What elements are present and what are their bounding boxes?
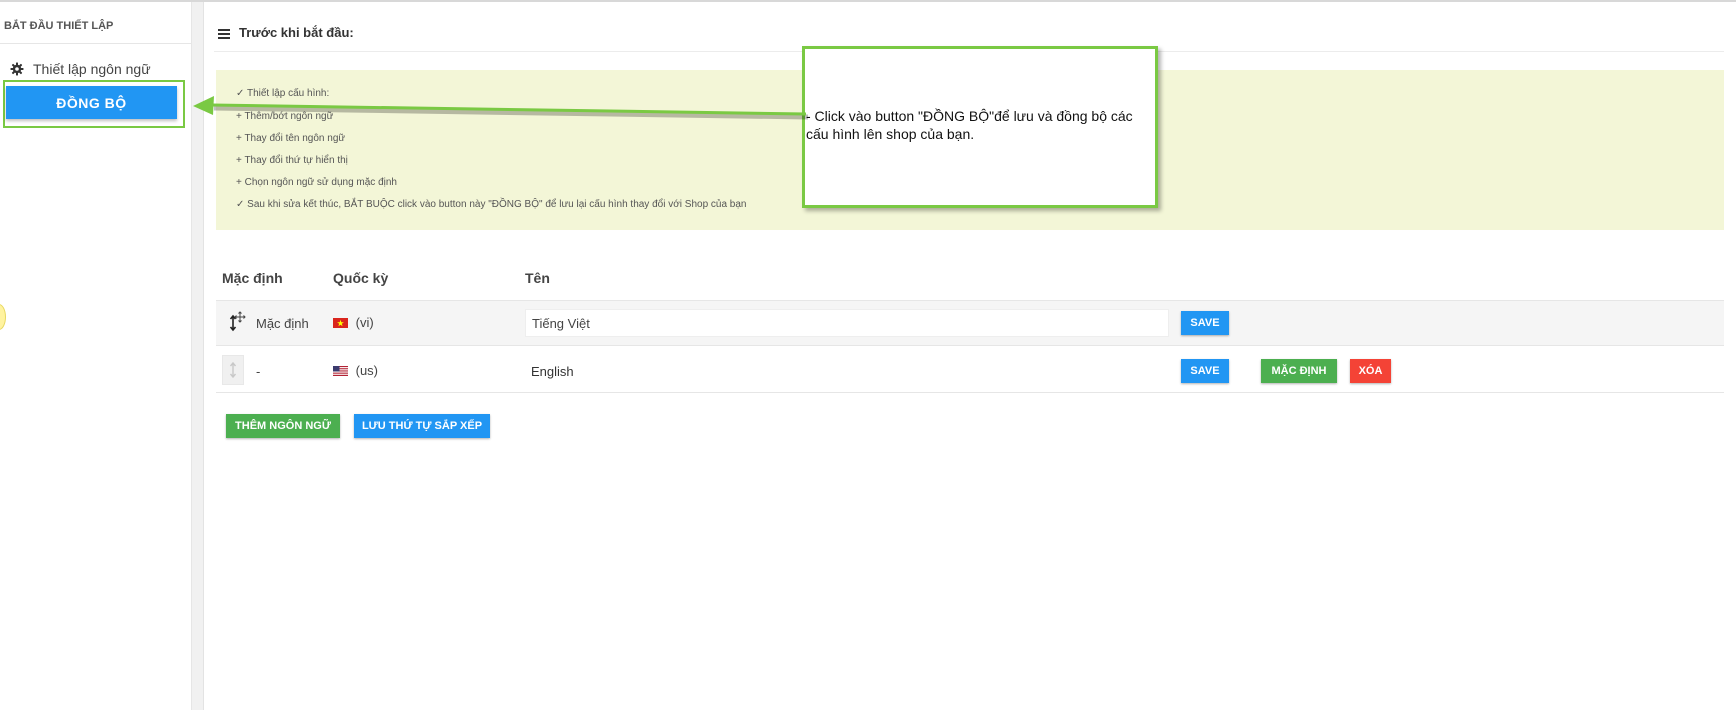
set-default-button[interactable]: MẶC ĐỊNH: [1261, 359, 1337, 383]
default-label: Mặc định: [256, 316, 309, 331]
column-header-flag: Quốc kỳ: [333, 270, 389, 286]
language-flag: (us): [333, 363, 378, 378]
language-code: (us): [355, 363, 379, 378]
language-flag: (vi): [333, 315, 374, 330]
delete-button[interactable]: XÓA: [1350, 359, 1391, 383]
add-language-button[interactable]: THÊM NGÔN NGỮ: [226, 414, 340, 438]
save-button[interactable]: SAVE: [1181, 359, 1229, 383]
page-title: Trước khi bắt đầu:: [218, 22, 354, 42]
language-name: English: [531, 364, 574, 379]
info-line: ✓ Thiết lập cấu hình:: [236, 88, 330, 99]
info-line: + Thay đổi tên ngôn ngữ: [236, 133, 346, 144]
sidebar-scrollbar[interactable]: [192, 2, 204, 710]
column-header-name: Tên: [525, 270, 550, 286]
top-border: [0, 0, 1736, 2]
drag-handle-icon[interactable]: [222, 355, 244, 385]
save-order-button[interactable]: LƯU THỨ TỰ SẮP XẾP: [354, 414, 490, 438]
column-header-default: Mặc định: [222, 270, 283, 286]
save-button[interactable]: SAVE: [1181, 311, 1229, 335]
sidebar-item-label: Thiết lập ngôn ngữ: [33, 61, 151, 77]
language-code: (vi): [355, 315, 374, 330]
info-line: + Thêm/bớt ngôn ngữ: [236, 111, 334, 122]
language-name-input[interactable]: [525, 309, 1169, 337]
default-label: -: [256, 364, 261, 379]
us-flag-icon: [333, 364, 348, 376]
info-line: ✓ Sau khi sửa kết thúc, BẮT BUỘC click v…: [236, 199, 747, 210]
page-title-text: Trước khi bắt đầu:: [239, 24, 354, 40]
menu-icon: [218, 27, 230, 39]
info-line: + Chọn ngôn ngữ sử dụng mặc định: [236, 177, 397, 188]
table-row: [216, 347, 1724, 393]
sidebar-item-language-settings[interactable]: Thiết lập ngôn ngữ: [10, 58, 151, 80]
sidebar-heading: BẮT ĐẦU THIẾT LẬP: [0, 20, 192, 44]
drag-handle-icon[interactable]: [224, 308, 246, 338]
vietnam-flag-icon: [333, 316, 348, 328]
sync-button[interactable]: ĐỒNG BỘ: [6, 86, 177, 119]
callout-text: - Click vào button "ĐỒNG BỘ"để lưu và đồ…: [806, 108, 1133, 142]
info-line: + Thay đổi thứ tự hiển thị: [236, 155, 348, 166]
gear-icon: [10, 62, 24, 76]
